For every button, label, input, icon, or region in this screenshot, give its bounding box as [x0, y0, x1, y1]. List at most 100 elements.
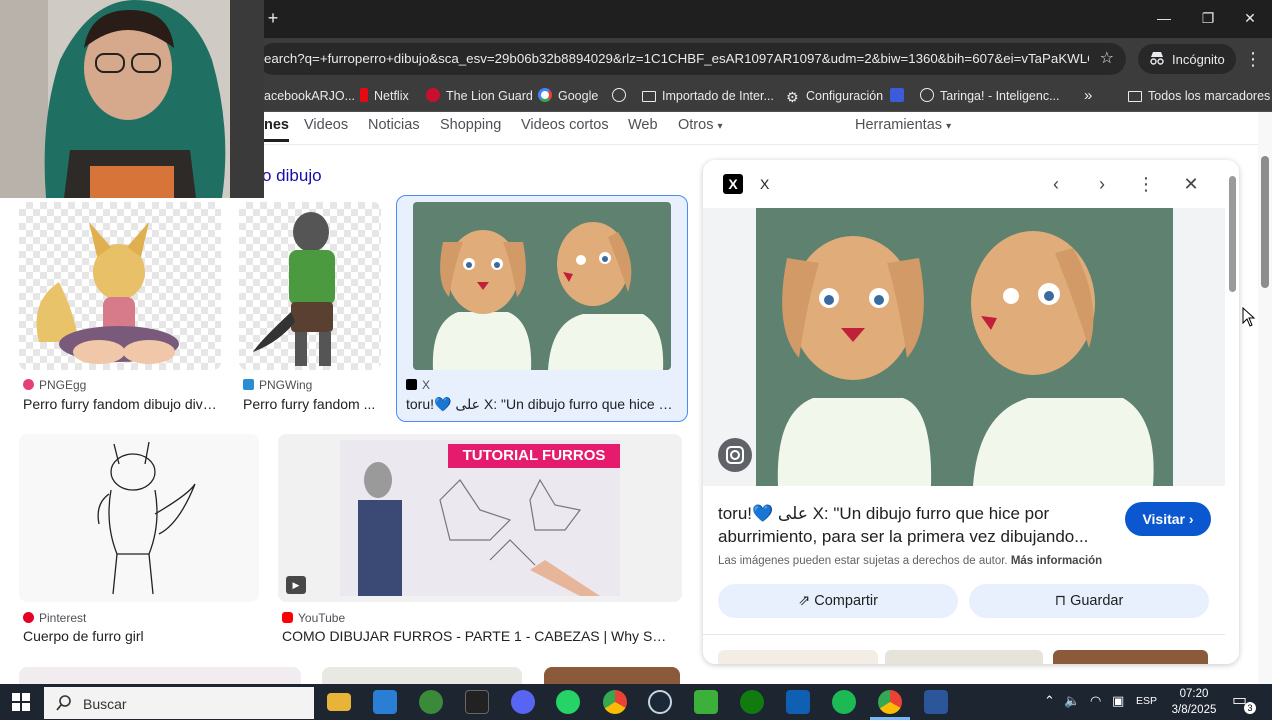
display-icon[interactable]: ▣	[1112, 693, 1124, 709]
result-thumbnail[interactable]	[322, 667, 522, 684]
share-label: Compartir	[814, 593, 878, 609]
bookmark-lion-guard[interactable]: The Lion Guard	[426, 86, 533, 106]
bookmark-blue-app[interactable]	[890, 86, 910, 106]
result-title[interactable]: toru!💙 على X: "Un dibujo furro que hice …	[406, 396, 680, 413]
chrome-icon[interactable]	[603, 690, 627, 714]
next-icon[interactable]: ›	[1090, 172, 1114, 196]
wifi-icon[interactable]: ◠	[1090, 693, 1101, 709]
result-thumbnail[interactable]	[19, 434, 259, 602]
epic-games-icon[interactable]	[465, 690, 489, 714]
restore-button[interactable]: ❐	[1198, 8, 1218, 28]
microsoft-store-icon[interactable]	[373, 690, 397, 714]
result-thumbnail[interactable]	[413, 202, 671, 370]
result-title[interactable]: Perro furry fandom dibujo dive...	[23, 396, 221, 412]
xbox-game-bar-icon[interactable]	[419, 690, 443, 714]
bookmark-globe[interactable]	[612, 86, 632, 106]
taskbar-search-box[interactable]: Buscar	[44, 687, 314, 719]
chrome-incognito-icon[interactable]	[878, 690, 902, 714]
new-tab-button[interactable]: +	[266, 8, 280, 28]
preview-scrollbar-thumb[interactable]	[1229, 176, 1236, 292]
all-bookmarks-button[interactable]: Todos los marcadores	[1128, 86, 1270, 106]
lens-search-icon[interactable]	[718, 438, 752, 472]
tab-more-label: Otros	[678, 117, 714, 133]
fox-girl-artwork	[36, 222, 179, 364]
address-bar[interactable]: earch?q=+furroperro+dibujo&sca_esv=29b06…	[258, 43, 1126, 75]
whatsapp-icon[interactable]	[556, 690, 580, 714]
incognito-indicator[interactable]: Incógnito	[1138, 44, 1236, 74]
result-title[interactable]: Perro furry fandom ...	[243, 396, 381, 412]
bookmark-netflix[interactable]: Netflix	[360, 86, 409, 106]
mouse-cursor-icon	[1242, 307, 1256, 327]
word-icon[interactable]	[924, 690, 948, 714]
result-thumbnail[interactable]	[544, 667, 680, 684]
tools-button[interactable]: Herramientas ▾	[855, 117, 951, 133]
discord-icon[interactable]	[511, 690, 535, 714]
tools-label: Herramientas	[855, 117, 943, 133]
tab-more[interactable]: Otros ▾	[678, 117, 723, 133]
related-thumbnail[interactable]	[718, 650, 878, 664]
spotify-icon[interactable]	[832, 690, 856, 714]
x-logo-icon: X	[723, 174, 743, 194]
more-options-icon[interactable]: ⋮	[1134, 172, 1158, 196]
bookmarks-overflow-button[interactable]: »	[1084, 86, 1092, 106]
bookmark-star-icon[interactable]: ☆	[1100, 48, 1114, 68]
bookmark-taringa[interactable]: Taringa! - Inteligenc...	[920, 86, 1060, 106]
tab-short-videos[interactable]: Videos cortos	[521, 117, 609, 133]
pinterest-icon	[23, 612, 34, 623]
scrollbar-thumb[interactable]	[1261, 156, 1269, 288]
tab-news[interactable]: Noticias	[368, 117, 420, 133]
close-window-button[interactable]: ✕	[1240, 8, 1260, 28]
divider	[703, 634, 1225, 635]
visit-button[interactable]: Visitar ›	[1125, 502, 1211, 536]
share-button[interactable]: ⇗ Compartir	[718, 584, 958, 618]
result-source: X	[406, 378, 430, 392]
url-text[interactable]: earch?q=+furroperro+dibujo&sca_esv=29b06…	[264, 51, 1089, 66]
previous-icon[interactable]: ‹	[1044, 172, 1068, 196]
save-button[interactable]: ⊓ Guardar	[969, 584, 1209, 618]
related-thumbnail[interactable]	[885, 650, 1043, 664]
webcam-person-image	[0, 0, 264, 198]
close-icon[interactable]: ✕	[1179, 172, 1203, 196]
app-icon[interactable]	[786, 690, 810, 714]
volume-icon[interactable]: 🔈	[1064, 693, 1080, 709]
result-thumbnail[interactable]	[19, 202, 221, 370]
tab-shopping[interactable]: Shopping	[440, 117, 501, 133]
caret-down-icon: ▾	[717, 121, 723, 132]
bookmark-google[interactable]: Google	[538, 86, 598, 106]
browser-menu-icon[interactable]: ⋮	[1244, 49, 1262, 70]
pngegg-icon	[23, 379, 34, 390]
clock[interactable]: 07:20 3/8/2025	[1164, 686, 1224, 718]
steam-icon[interactable]	[648, 690, 672, 714]
minecraft-icon[interactable]	[694, 690, 718, 714]
result-thumbnail[interactable]: TUTORIAL FURROS ▶	[278, 434, 682, 602]
result-thumbnail[interactable]	[19, 667, 301, 684]
result-title[interactable]: Cuerpo de furro girl	[23, 628, 259, 644]
preview-title[interactable]: toru!💙 على X: "Un dibujo furro que hice …	[718, 502, 1108, 548]
tab-videos[interactable]: Videos	[304, 117, 348, 133]
more-info-link[interactable]: Más información	[1011, 555, 1102, 567]
result-source: PNGWing	[243, 378, 312, 392]
tab-web[interactable]: Web	[628, 117, 658, 133]
bookmark-label: Netflix	[374, 89, 409, 103]
language-indicator[interactable]: ESP	[1136, 695, 1157, 707]
preview-source[interactable]: X	[760, 176, 769, 192]
bookmark-facebook[interactable]: acebookARJO...	[264, 86, 355, 106]
bookmark-folder-imported[interactable]: Importado de Inter...	[642, 86, 774, 106]
image-result-selected[interactable]: X toru!💙 على X: "Un dibujo furro que hic…	[396, 195, 688, 422]
xbox-icon[interactable]	[740, 690, 764, 714]
tab-images[interactable]: nes	[264, 117, 289, 142]
related-thumbnail[interactable]	[1053, 650, 1208, 664]
result-title[interactable]: COMO DIBUJAR FURROS - PARTE 1 - CABEZAS …	[282, 628, 674, 644]
caret-down-icon: ▾	[946, 121, 952, 132]
result-thumbnail[interactable]	[239, 202, 381, 370]
query-title-link[interactable]: o dibujo	[262, 166, 322, 186]
chevron-up-icon[interactable]: ⌃	[1044, 693, 1055, 709]
minimize-button[interactable]: —	[1154, 8, 1174, 28]
page-scrollbar[interactable]	[1258, 112, 1272, 684]
preview-scrollbar[interactable]	[1226, 160, 1239, 664]
preview-image-area[interactable]	[703, 208, 1225, 486]
bookmark-settings[interactable]: ⚙ Configuración	[786, 86, 883, 106]
bookmark-label: Importado de Inter...	[662, 89, 774, 103]
windows-start-icon[interactable]	[12, 693, 30, 711]
file-explorer-icon[interactable]	[327, 693, 351, 711]
